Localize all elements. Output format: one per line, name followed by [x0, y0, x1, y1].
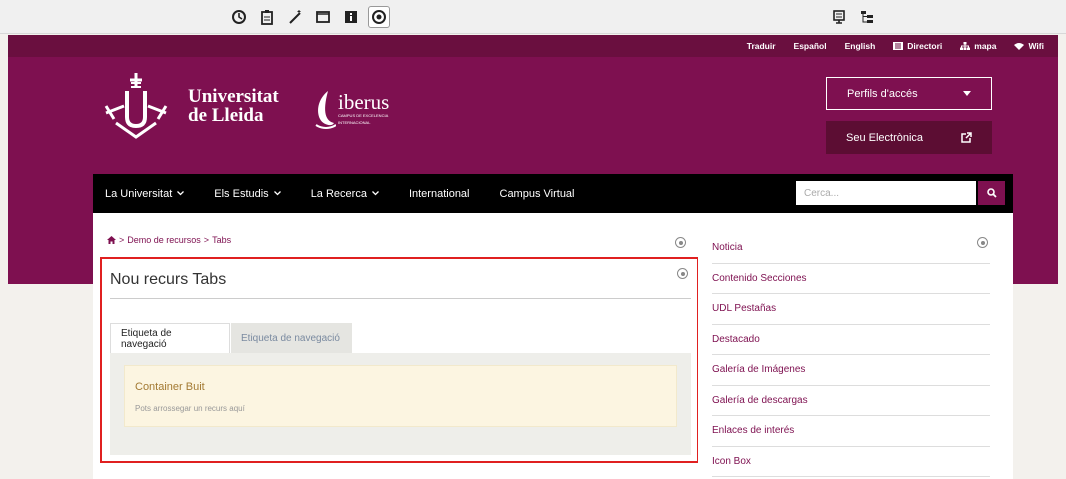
editor-toolbar — [0, 0, 1066, 34]
main-nav: La Universitat Els Estudis La Recerca In… — [93, 174, 1013, 213]
resource-sidebar: Noticia Contenido Secciones UDL Pestañas… — [698, 213, 1013, 479]
wifi-icon — [1014, 43, 1025, 50]
external-link-icon — [961, 132, 972, 143]
electronic-office-label: Seu Electrònica — [846, 131, 924, 144]
udl-emblem-icon — [104, 73, 168, 139]
list-item[interactable]: Noticia — [712, 233, 990, 264]
list-item[interactable]: UDL Pestañas — [712, 294, 990, 325]
settings-icon[interactable] — [677, 268, 688, 279]
search-icon — [986, 188, 997, 198]
history-icon[interactable] — [228, 6, 250, 28]
nav-item-recerca[interactable]: La Recerca — [311, 188, 379, 200]
wifi-link[interactable]: Wifi — [1014, 41, 1044, 51]
tab-2[interactable]: Etiqueta de navegació — [231, 323, 352, 353]
access-profiles-dropdown[interactable]: Perfils d'accés — [826, 77, 992, 110]
list-item[interactable]: Contenido Secciones — [712, 264, 990, 294]
window-icon[interactable] — [312, 6, 334, 28]
nav-item-estudis[interactable]: Els Estudis — [214, 188, 281, 200]
clipboard-icon[interactable] — [256, 6, 278, 28]
search-button[interactable] — [978, 181, 1005, 205]
breadcrumb-separator: > — [203, 235, 210, 245]
search-placeholder: Cerca... — [804, 187, 840, 199]
translate-link[interactable]: Traduir — [747, 41, 776, 51]
container-hint: Pots arrossegar un recurs aquí — [135, 404, 245, 413]
breadcrumb-tabs[interactable]: Tabs — [212, 235, 231, 245]
list-icon[interactable] — [828, 6, 850, 28]
list-item[interactable]: Enlaces de interés — [712, 416, 990, 447]
chevron-down-icon — [177, 191, 185, 196]
tab-1[interactable]: Etiqueta de navegació — [110, 323, 230, 353]
divider — [110, 298, 691, 299]
chevron-down-icon — [371, 191, 379, 196]
target-icon[interactable] — [368, 6, 390, 28]
nav-item-campus-virtual[interactable]: Campus Virtual — [500, 188, 575, 200]
breadcrumb: > Demo de recursos > Tabs — [107, 235, 231, 245]
list-item[interactable]: Galería de descargas — [712, 386, 990, 416]
university-name: Universitat de Lleida — [188, 86, 279, 126]
utility-bar: Traduir Español English Directori mapa W… — [8, 35, 1058, 57]
list-item[interactable]: Destacado — [712, 325, 990, 355]
tree-icon[interactable] — [856, 6, 878, 28]
tabs-resource[interactable]: Nou recurs Tabs Etiqueta de navegació Et… — [100, 257, 699, 463]
language-english-link[interactable]: English — [845, 41, 876, 51]
breadcrumb-demo-recursos[interactable]: Demo de recursos — [127, 235, 201, 245]
iberus-logo[interactable]: iberus CAMPUS DE EXCELENCIA INTERNACIONA… — [314, 89, 389, 129]
breadcrumb-separator: > — [119, 235, 125, 245]
iberus-subtitle-2: INTERNACIONAL — [338, 120, 371, 125]
tab-panel: Container Buit Pots arrossegar un recurs… — [110, 353, 691, 455]
resource-list: Noticia Contenido Secciones UDL Pestañas… — [712, 233, 990, 477]
nav-item-universitat[interactable]: La Universitat — [105, 188, 185, 200]
editor-tools-left — [228, 6, 390, 28]
electronic-office-button[interactable]: Seu Electrònica — [826, 121, 992, 154]
container-title: Container Buit — [135, 381, 205, 393]
list-item[interactable]: Icon Box — [712, 447, 990, 477]
list-icon — [893, 42, 904, 50]
editor-tools-right — [828, 6, 878, 28]
empty-container[interactable]: Container Buit Pots arrossegar un recurs… — [124, 365, 677, 427]
iberus-name: iberus — [338, 90, 390, 114]
access-profiles-label: Perfils d'accés — [847, 87, 918, 100]
chevron-down-icon — [273, 191, 281, 196]
search-input[interactable]: Cerca... — [796, 181, 976, 205]
magic-wand-icon[interactable] — [284, 6, 306, 28]
flame-icon — [315, 91, 336, 129]
resource-title: Nou recurs Tabs — [110, 271, 227, 288]
sitemap-icon — [960, 42, 971, 50]
list-item[interactable]: Galería de Imágenes — [712, 355, 990, 386]
iberus-subtitle-1: CAMPUS DE EXCELENCIA — [338, 113, 389, 118]
nav-item-international[interactable]: International — [409, 188, 470, 200]
info-icon[interactable] — [340, 6, 362, 28]
directory-link[interactable]: Directori — [893, 41, 942, 51]
map-link[interactable]: mapa — [960, 41, 996, 51]
caret-down-icon — [963, 91, 971, 96]
language-spanish-link[interactable]: Español — [794, 41, 827, 51]
home-icon[interactable] — [107, 236, 116, 244]
university-logo[interactable]: Universitat de Lleida — [96, 73, 279, 139]
settings-icon[interactable] — [675, 237, 686, 248]
